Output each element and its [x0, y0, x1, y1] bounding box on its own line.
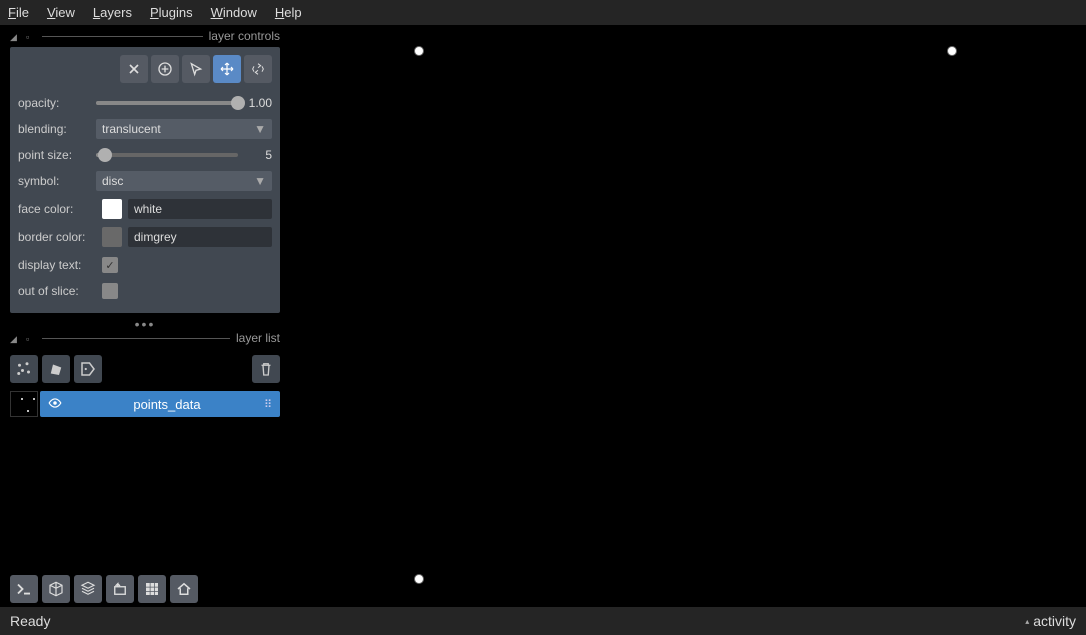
- delete-layer-button[interactable]: [252, 355, 280, 383]
- transform-icon: [250, 61, 266, 77]
- left-panel: ◢ ▫ layer controls: [0, 25, 290, 605]
- layer-controls-title: layer controls: [209, 29, 280, 43]
- bordercolor-swatch[interactable]: [102, 227, 122, 247]
- facecolor-label: face color:: [18, 202, 96, 216]
- scatter-icon: [15, 360, 33, 378]
- close-panel-icon[interactable]: ▫: [26, 32, 36, 40]
- menu-view[interactable]: View: [47, 5, 75, 20]
- symbol-value: disc: [102, 174, 123, 188]
- undock-icon[interactable]: ◢: [10, 32, 20, 40]
- roll-icon: [79, 580, 97, 598]
- select-points-button[interactable]: [182, 55, 210, 83]
- panel-resize-handle[interactable]: •••: [0, 313, 290, 327]
- opacity-label: opacity:: [18, 96, 90, 110]
- eye-icon[interactable]: [48, 396, 62, 413]
- close-panel-icon[interactable]: ▫: [26, 334, 36, 342]
- layer-thumbnail: [10, 391, 38, 417]
- menu-plugins[interactable]: Plugins: [150, 5, 193, 20]
- facecolor-swatch[interactable]: [102, 199, 122, 219]
- layer-controls: opacity: 1.00 blending: translucent ▼ po…: [10, 47, 280, 313]
- viewer-canvas[interactable]: [290, 31, 1080, 599]
- layer-controls-header: ◢ ▫ layer controls: [0, 25, 290, 47]
- tag-icon: [79, 360, 97, 378]
- toggle-console-button[interactable]: [10, 575, 38, 603]
- displaytext-label: display text:: [18, 258, 96, 272]
- point-marker[interactable]: [414, 46, 424, 56]
- symbol-dropdown[interactable]: disc ▼: [96, 171, 272, 191]
- menu-file[interactable]: File: [8, 5, 29, 20]
- menu-help[interactable]: Help: [275, 5, 302, 20]
- transpose-dims-button[interactable]: [106, 575, 134, 603]
- undock-icon[interactable]: ◢: [10, 334, 20, 342]
- facecolor-input[interactable]: white: [128, 199, 272, 219]
- point-marker[interactable]: [414, 574, 424, 584]
- layer-name: points_data: [70, 397, 264, 412]
- displaytext-checkbox[interactable]: ✓: [102, 257, 118, 273]
- polygon-icon: [47, 360, 65, 378]
- activity-label: activity: [1033, 613, 1076, 629]
- layer-list-header: ◢ ▫ layer list: [0, 327, 290, 349]
- status-text: Ready: [10, 613, 50, 629]
- transpose-icon: [111, 580, 129, 598]
- drag-handle-icon[interactable]: ⠿: [264, 398, 272, 411]
- blending-value: translucent: [102, 122, 161, 136]
- delete-points-button[interactable]: [120, 55, 148, 83]
- triangle-up-icon: ▴: [1025, 617, 1029, 626]
- pan-zoom-button[interactable]: [213, 55, 241, 83]
- bordercolor-input[interactable]: dimgrey: [128, 227, 272, 247]
- transform-button[interactable]: [244, 55, 272, 83]
- opacity-slider[interactable]: [96, 101, 238, 105]
- pointsize-slider[interactable]: [96, 153, 238, 157]
- new-labels-layer-button[interactable]: [74, 355, 102, 383]
- blending-dropdown[interactable]: translucent ▼: [96, 119, 272, 139]
- symbol-label: symbol:: [18, 174, 90, 188]
- bordercolor-label: border color:: [18, 230, 96, 244]
- toggle-ndisplay-button[interactable]: [42, 575, 70, 603]
- toggle-grid-button[interactable]: [138, 575, 166, 603]
- menu-window[interactable]: Window: [211, 5, 257, 20]
- new-points-layer-button[interactable]: [10, 355, 38, 383]
- layer-list-title: layer list: [236, 331, 280, 345]
- layer-item[interactable]: points_data ⠿: [10, 391, 280, 417]
- status-bar: Ready ▴ activity: [0, 607, 1086, 635]
- outofslice-label: out of slice:: [18, 284, 96, 298]
- console-icon: [15, 580, 33, 598]
- point-marker[interactable]: [947, 46, 957, 56]
- menubar: File View Layers Plugins Window Help: [0, 0, 1086, 25]
- pointsize-label: point size:: [18, 148, 90, 162]
- move-icon: [219, 61, 235, 77]
- activity-toggle[interactable]: ▴ activity: [1025, 613, 1076, 629]
- opacity-value: 1.00: [244, 96, 272, 110]
- cursor-icon: [188, 61, 204, 77]
- chevron-down-icon: ▼: [254, 122, 266, 136]
- reset-view-button[interactable]: [170, 575, 198, 603]
- cube-icon: [47, 580, 65, 598]
- menu-layers[interactable]: Layers: [93, 5, 132, 20]
- new-shapes-layer-button[interactable]: [42, 355, 70, 383]
- chevron-down-icon: ▼: [254, 174, 266, 188]
- blending-label: blending:: [18, 122, 90, 136]
- outofslice-checkbox[interactable]: [102, 283, 118, 299]
- home-icon: [175, 580, 193, 598]
- x-icon: [126, 61, 142, 77]
- pointsize-value: 5: [244, 148, 272, 162]
- add-points-button[interactable]: [151, 55, 179, 83]
- trash-icon: [257, 360, 275, 378]
- grid-icon: [143, 580, 161, 598]
- plus-circle-icon: [157, 61, 173, 77]
- roll-dims-button[interactable]: [74, 575, 102, 603]
